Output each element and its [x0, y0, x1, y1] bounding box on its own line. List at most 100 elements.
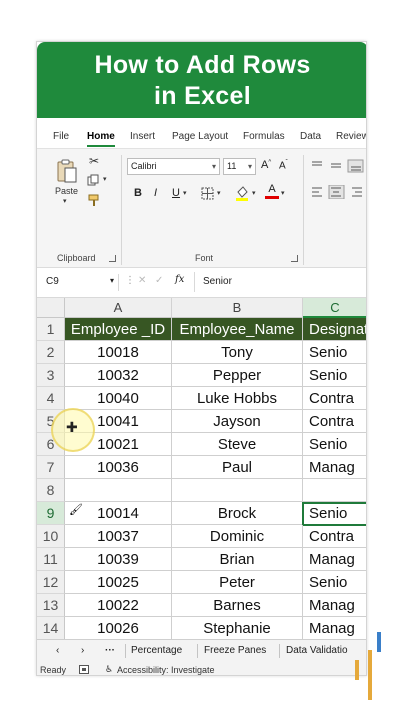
decrease-font-icon[interactable]: Aˇ [279, 160, 288, 171]
cell-employee-name[interactable]: Peter [172, 571, 303, 594]
name-box-dropdown-icon[interactable]: ▾ [110, 276, 114, 285]
row-number[interactable]: 11 [37, 548, 65, 571]
underline-dropdown-icon[interactable]: ▾ [183, 189, 187, 197]
macro-record-icon[interactable] [79, 665, 89, 674]
cell-designation[interactable]: Senio [303, 571, 366, 594]
cell-designation[interactable]: Manag [303, 456, 366, 479]
header-cell-designation[interactable]: Designat [303, 318, 366, 341]
bold-button[interactable]: B [134, 187, 142, 199]
cell-employee-name[interactable]: Steve [172, 433, 303, 456]
sheet-tab-freeze-panes[interactable]: Freeze Panes [204, 645, 266, 656]
formula-input[interactable]: Senior [203, 276, 232, 287]
row-number[interactable]: 1 [37, 318, 65, 341]
font-color-icon[interactable]: A [265, 183, 279, 201]
column-header-b[interactable]: B [172, 298, 303, 318]
tab-insert[interactable]: Insert [130, 131, 155, 142]
cell-designation[interactable] [303, 479, 366, 502]
fill-color-icon[interactable] [235, 185, 249, 201]
borders-icon[interactable] [201, 187, 214, 200]
cell-employee-name[interactable]: Tony [172, 341, 303, 364]
cell-employee-id[interactable]: 10040 [65, 387, 172, 410]
row-number[interactable]: 3 [37, 364, 65, 387]
row-number[interactable]: 10 [37, 525, 65, 548]
cell-employee-id[interactable]: 10022 [65, 594, 172, 617]
row-number[interactable]: 13 [37, 594, 65, 617]
cell-employee-name[interactable]: Barnes [172, 594, 303, 617]
column-header-a[interactable]: A [65, 298, 172, 318]
underline-button[interactable]: U [172, 187, 180, 199]
cell-designation[interactable]: Manag [303, 617, 366, 639]
cell-designation[interactable]: Manag [303, 594, 366, 617]
row-number[interactable]: 14 [37, 617, 65, 639]
cell-employee-id[interactable]: 10025 [65, 571, 172, 594]
cell-employee-name[interactable]: Luke Hobbs [172, 387, 303, 410]
cell-employee-name[interactable] [172, 479, 303, 502]
cell-designation[interactable]: Contra [303, 525, 366, 548]
cell-designation[interactable]: Manag [303, 548, 366, 571]
sheet-scroll-right-icon[interactable]: › [81, 645, 84, 656]
font-color-dropdown-icon[interactable]: ▾ [281, 189, 285, 197]
more-sheets-icon[interactable]: ··· [105, 645, 115, 656]
italic-button[interactable]: I [154, 187, 157, 199]
cell-employee-name[interactable]: Paul [172, 456, 303, 479]
select-all-corner[interactable] [37, 298, 65, 318]
cell-employee-name[interactable]: Jayson [172, 410, 303, 433]
sheet-tab-data-validation[interactable]: Data Validatio [286, 645, 348, 656]
row-number[interactable]: 12 [37, 571, 65, 594]
cell-employee-id[interactable]: 10036 [65, 456, 172, 479]
insert-function-icon[interactable]: fx [175, 274, 184, 285]
insert-options-icon[interactable]: 🖌 [69, 503, 83, 516]
cell-employee-name[interactable]: Brian [172, 548, 303, 571]
fill-color-dropdown-icon[interactable]: ▾ [252, 189, 256, 197]
cell-designation[interactable]: Senio [303, 364, 366, 387]
confirm-entry-icon[interactable]: ✓ [155, 275, 163, 286]
cell-employee-name[interactable]: Stephanie [172, 617, 303, 639]
horizontal-align-icons[interactable] [310, 185, 366, 199]
row-number[interactable]: 7 [37, 456, 65, 479]
row-number[interactable]: 9 [37, 502, 65, 525]
tab-home[interactable]: Home [87, 131, 115, 147]
font-launcher-icon[interactable] [291, 255, 298, 262]
paste-label[interactable]: Paste [55, 186, 78, 196]
cell-employee-id[interactable]: 10039 [65, 548, 172, 571]
cell-employee-id[interactable]: 10026 [65, 617, 172, 639]
cell-employee-name[interactable]: Brock [172, 502, 303, 525]
cut-icon[interactable]: ✂ [89, 154, 99, 168]
cell-designation[interactable]: Senio [303, 341, 366, 364]
font-name-dropdown[interactable]: Calibri ▾ [127, 158, 220, 175]
header-cell-employee-id[interactable]: Employee _ID [65, 318, 172, 341]
paste-icon[interactable] [56, 159, 78, 183]
accessibility-icon[interactable]: ♿ [105, 664, 113, 675]
cell-employee-id[interactable]: 10037 [65, 525, 172, 548]
font-size-dropdown[interactable]: 11 ▾ [223, 158, 256, 175]
cell-designation[interactable]: Senio [303, 433, 366, 456]
tab-review[interactable]: Review [336, 131, 366, 142]
clipboard-launcher-icon[interactable] [109, 255, 116, 262]
tab-file[interactable]: File [53, 131, 69, 142]
cancel-entry-icon[interactable]: ✕ [138, 275, 146, 286]
row-number[interactable]: 4 [37, 387, 65, 410]
cell-designation[interactable]: Contra [303, 410, 366, 433]
row-number[interactable]: 8 [37, 479, 65, 502]
tab-data[interactable]: Data [300, 131, 321, 142]
header-cell-employee-name[interactable]: Employee_Name [172, 318, 303, 341]
copy-icon[interactable] [87, 174, 101, 186]
increase-font-icon[interactable]: A^ [261, 159, 271, 171]
cell-employee-id[interactable]: 10032 [65, 364, 172, 387]
tab-formulas[interactable]: Formulas [243, 131, 285, 142]
sheet-tab-percentage[interactable]: Percentage [131, 645, 182, 656]
cell-employee-name[interactable]: Pepper [172, 364, 303, 387]
tab-page-layout[interactable]: Page Layout [172, 131, 228, 142]
row-number[interactable]: 2 [37, 341, 65, 364]
column-header-c[interactable]: C [303, 298, 366, 318]
cell-designation[interactable]: Contra [303, 387, 366, 410]
accessibility-status[interactable]: Accessibility: Investigate [117, 665, 215, 675]
cell-employee-name[interactable]: Dominic [172, 525, 303, 548]
vertical-align-icons[interactable] [310, 159, 366, 173]
sheet-scroll-left-icon[interactable]: ‹ [56, 645, 59, 656]
format-painter-icon[interactable] [87, 194, 101, 207]
name-box[interactable]: C9 ▾ [43, 274, 119, 291]
borders-dropdown-icon[interactable]: ▾ [217, 189, 221, 197]
copy-dropdown-icon[interactable]: ▾ [103, 175, 107, 183]
paste-dropdown-icon[interactable]: ▾ [63, 197, 67, 205]
